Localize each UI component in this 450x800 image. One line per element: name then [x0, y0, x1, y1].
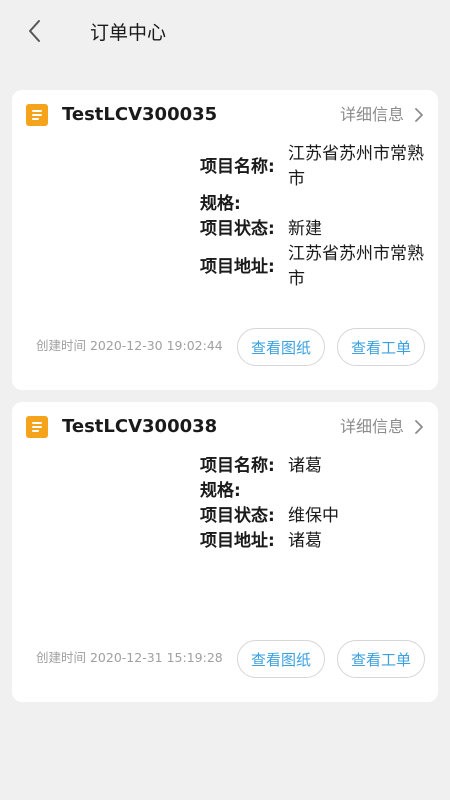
order-id: TestLCV300038 [62, 416, 218, 437]
order-fields: 项目名称: 江苏省苏州市常熟市 规格: 项目状态: 新建 项目地址: 江苏省苏州… [200, 142, 432, 292]
document-list-icon [26, 416, 48, 438]
field-value: 诸葛 [288, 531, 322, 551]
view-drawing-button[interactable]: 查看图纸 [237, 328, 325, 366]
detail-info-link[interactable]: 详细信息 [340, 416, 424, 438]
field-spec: 规格: [200, 192, 432, 217]
field-value: 维保中 [288, 506, 339, 526]
chevron-right-icon [415, 108, 423, 122]
detail-info-label: 详细信息 [339, 417, 404, 436]
field-label: 项目状态: [200, 506, 275, 526]
chevron-left-icon [29, 20, 40, 42]
order-card: TestLCV300035 详细信息 项目名称: 江苏省苏州市常熟市 规格: 项… [12, 90, 438, 390]
created-time: 创建时间 2020-12-30 19:02:44 [36, 338, 223, 353]
field-value: 江苏省苏州市常熟市 [288, 144, 424, 189]
page-title: 订单中心 [90, 22, 167, 44]
field-label: 项目地址: [200, 256, 275, 277]
detail-info-label: 详细信息 [339, 105, 404, 124]
field-project-name: 项目名称: 江苏省苏州市常熟市 [200, 142, 432, 192]
order-card: TestLCV300038 详细信息 项目名称: 诸葛 规格: 项目状态: 维保… [12, 402, 438, 702]
view-workorder-button[interactable]: 查看工单 [337, 328, 425, 366]
field-value [288, 479, 432, 504]
app-header: 订单中心 [0, 0, 450, 64]
document-list-icon [26, 104, 48, 126]
field-label: 项目状态: [200, 219, 275, 239]
order-id: TestLCV300035 [62, 104, 218, 125]
field-label: 规格: [200, 481, 241, 501]
view-drawing-button[interactable]: 查看图纸 [237, 640, 325, 678]
field-value [288, 192, 432, 217]
back-button[interactable] [22, 18, 48, 44]
field-label: 项目地址: [200, 531, 275, 551]
field-project-address: 项目地址: 江苏省苏州市常熟市 [200, 242, 432, 292]
field-project-address: 项目地址: 诸葛 [200, 529, 432, 554]
created-time: 创建时间 2020-12-31 15:19:28 [36, 650, 223, 665]
field-label: 项目名称: [200, 156, 275, 177]
field-label: 规格: [200, 194, 241, 214]
field-project-status: 项目状态: 新建 [200, 217, 432, 242]
field-project-status: 项目状态: 维保中 [200, 504, 432, 529]
chevron-right-icon [415, 420, 423, 434]
field-value: 江苏省苏州市常熟市 [288, 244, 424, 289]
field-label: 项目名称: [200, 456, 275, 476]
detail-info-link[interactable]: 详细信息 [340, 104, 424, 126]
field-value: 新建 [288, 219, 322, 239]
field-project-name: 项目名称: 诸葛 [200, 454, 432, 479]
field-value: 诸葛 [288, 456, 322, 476]
field-spec: 规格: [200, 479, 432, 504]
order-fields: 项目名称: 诸葛 规格: 项目状态: 维保中 项目地址: 诸葛 [200, 454, 432, 554]
view-workorder-button[interactable]: 查看工单 [337, 640, 425, 678]
